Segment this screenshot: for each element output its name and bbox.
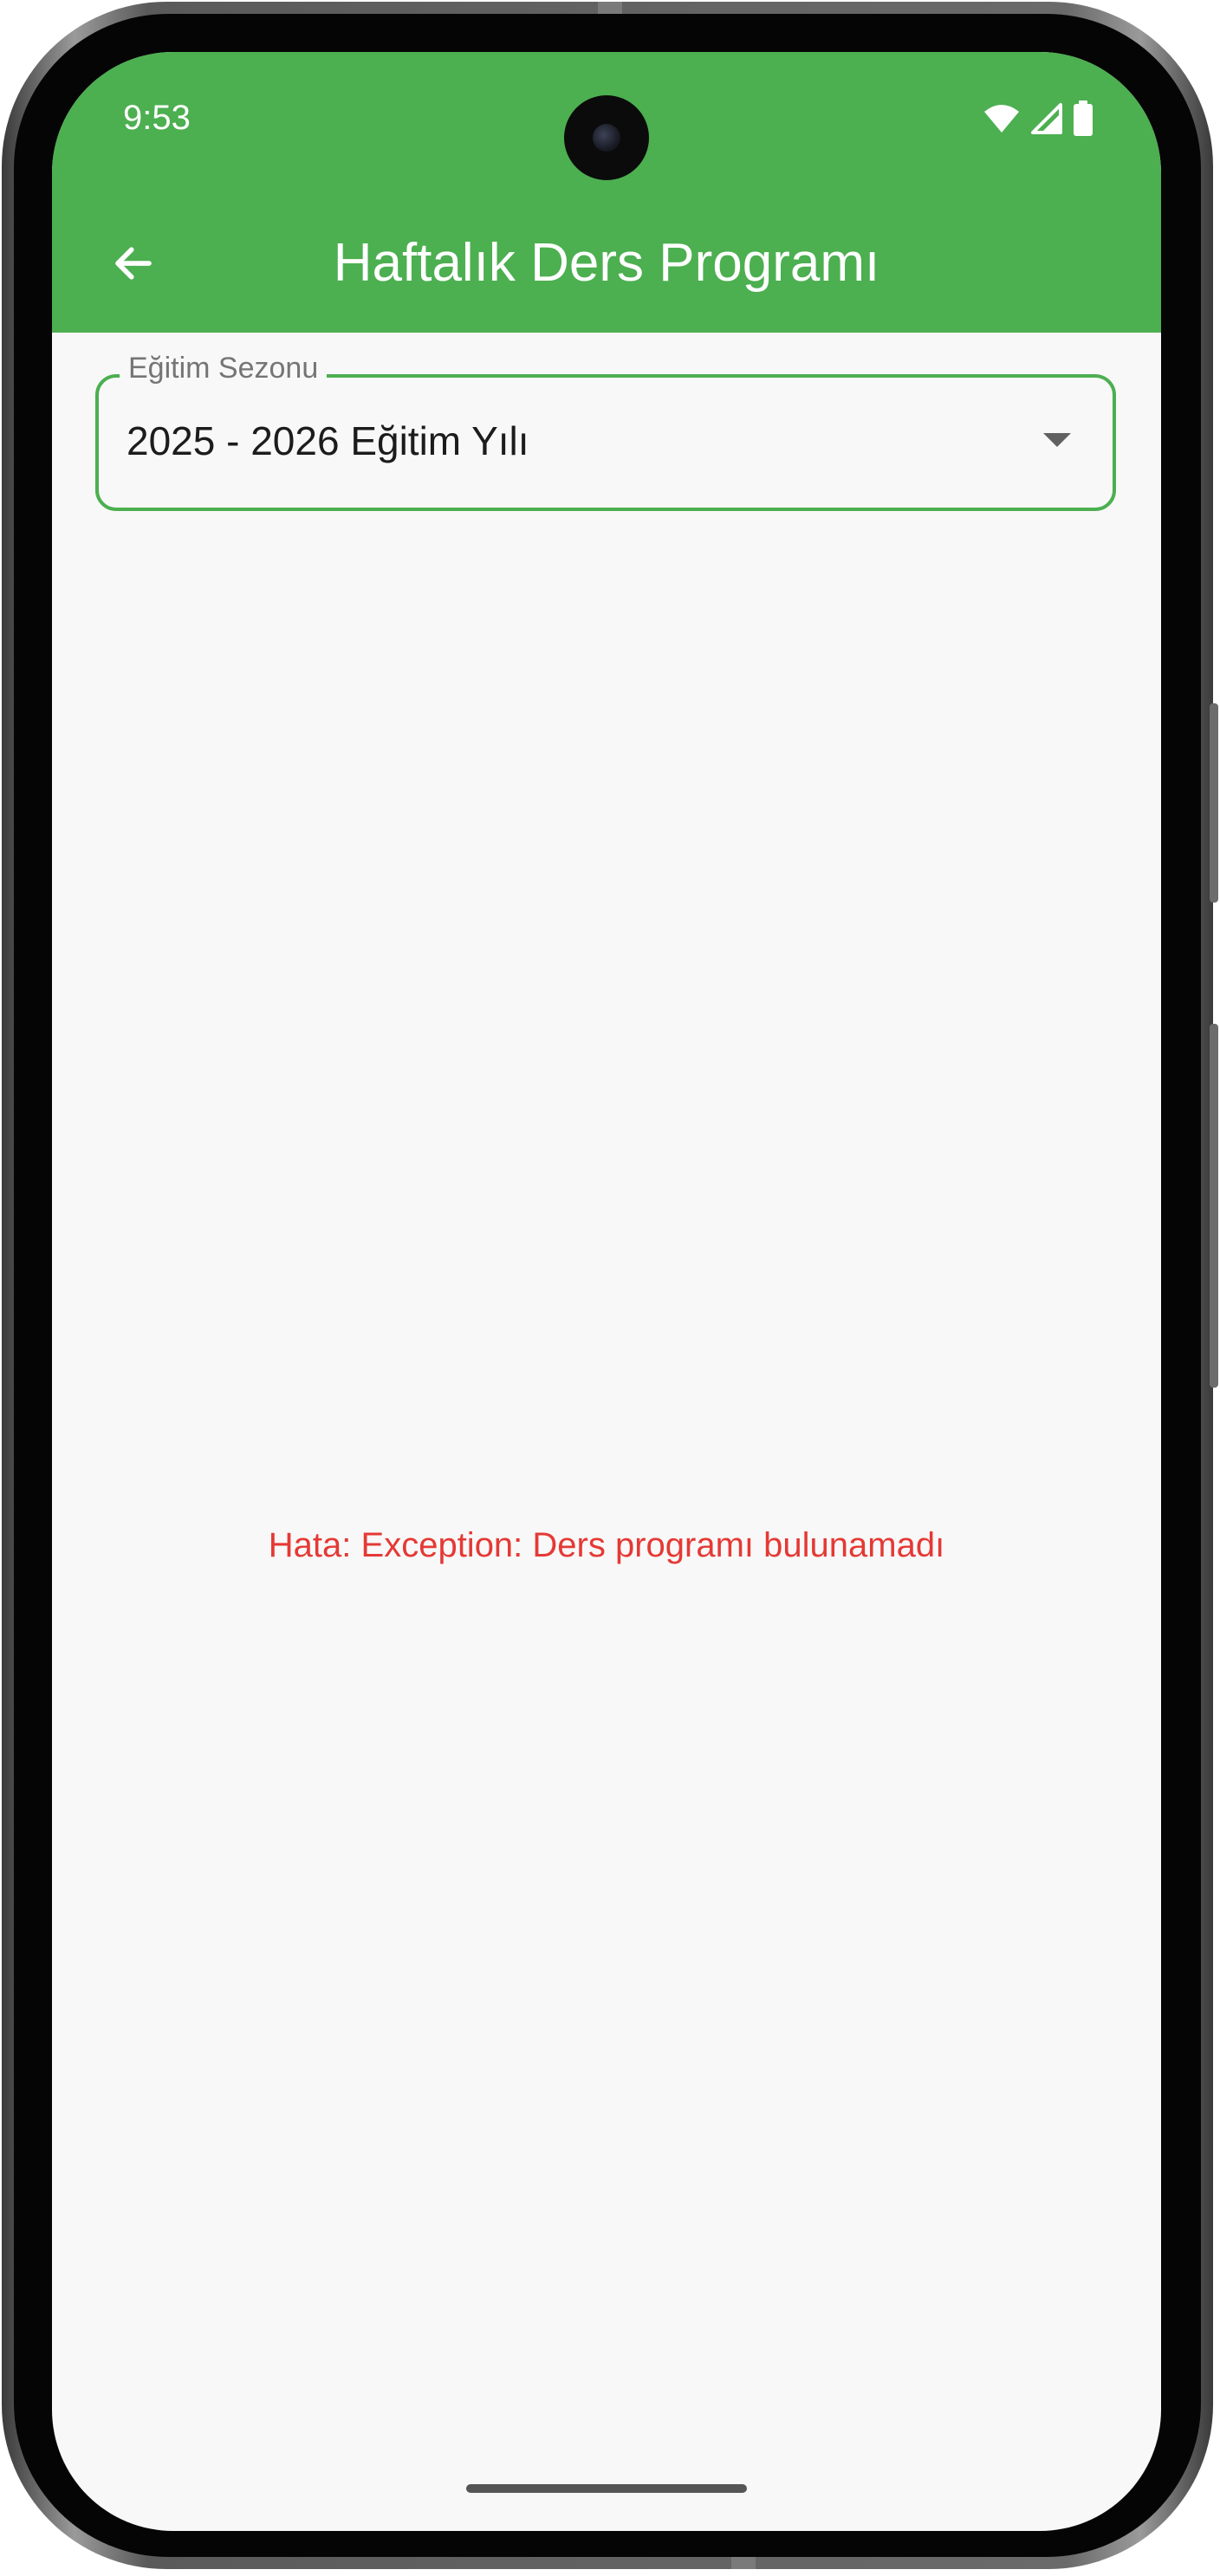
page-title: Haftalık Ders Programı	[333, 233, 880, 293]
error-message: Hata: Exception: Ders programı bulunamad…	[268, 1526, 945, 1564]
season-dropdown-label: Eğitim Sezonu	[120, 352, 328, 385]
season-dropdown[interactable]: Eğitim Sezonu 2025 - 2026 Eğitim Yılı	[95, 352, 1116, 511]
screen: 9:53 Haftalık Ders Programı Eğitim Sezon…	[52, 52, 1161, 2531]
season-dropdown-value: 2025 - 2026 Eğitim Yılı	[127, 418, 529, 463]
app-bar: 9:53 Haftalık Ders Programı	[52, 52, 1161, 333]
front-camera	[564, 95, 649, 180]
frame-antenna-line	[731, 2555, 756, 2569]
wifi-icon	[983, 103, 1021, 134]
home-indicator[interactable]	[466, 2484, 747, 2493]
signal-icon	[1029, 101, 1064, 136]
caret-down-icon	[1043, 433, 1071, 447]
volume-button	[1210, 1024, 1218, 1388]
status-icons	[983, 100, 1093, 137]
battery-icon	[1073, 100, 1093, 137]
power-button	[1210, 703, 1218, 903]
status-time: 9:53	[123, 99, 191, 137]
